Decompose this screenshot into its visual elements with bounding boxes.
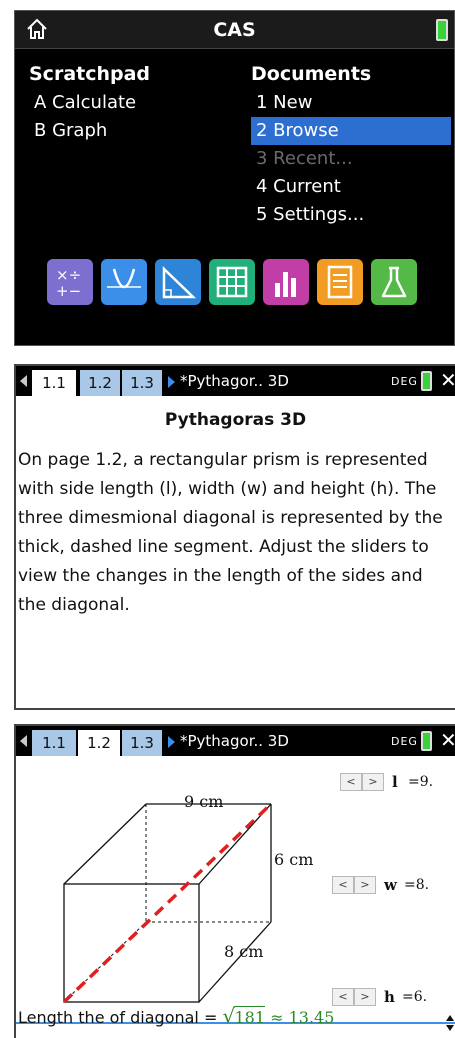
prism-edge-bottom-right — [198, 921, 272, 1003]
menu-item-current[interactable]: 4 Current — [251, 173, 451, 201]
length-dimension-label: 9 cm — [184, 792, 224, 811]
tab-scroll-left-icon[interactable] — [20, 375, 27, 387]
tab-1-2[interactable]: 1.2 — [78, 730, 120, 756]
vernier-dataquest-icon[interactable] — [371, 259, 417, 305]
slider-w[interactable]: < > w =8. — [332, 876, 455, 894]
menu-item-recent[interactable]: 3 Recent... — [251, 145, 451, 173]
tab-1-3[interactable]: 1.3 — [122, 730, 162, 756]
scroll-arrows-icon[interactable] — [445, 1012, 455, 1034]
menu-item-graph[interactable]: B Graph — [29, 117, 189, 145]
slider-w-value: =8. — [404, 877, 430, 893]
slider-h-increase-button[interactable]: > — [354, 988, 376, 1006]
battery-icon — [421, 371, 432, 391]
document-name: *Pythagor.. 3D — [180, 372, 289, 390]
scratchpad-heading: Scratchpad — [29, 63, 151, 85]
slider-w-variable: w — [384, 876, 397, 894]
home-title: CAS — [213, 19, 256, 41]
page-tab-bar: 1.1 1.2 1.3 *Pythagor.. 3D DEG ✕ — [16, 366, 455, 396]
slider-l-value: =9. — [408, 774, 434, 790]
angle-mode: DEG — [391, 375, 418, 388]
slider-l-variable: l — [392, 773, 398, 791]
slider-w-increase-button[interactable]: > — [354, 876, 376, 894]
tab-1-1[interactable]: 1.1 — [32, 370, 76, 396]
battery-icon — [421, 731, 432, 751]
sqrt-expression: √ 181 — [222, 1004, 265, 1028]
svg-text:+−: +− — [56, 282, 81, 300]
close-icon[interactable]: ✕ — [440, 368, 455, 392]
approx-result: ≈ 13.45 — [270, 1008, 335, 1027]
slider-h-decrease-button[interactable]: < — [332, 988, 354, 1006]
slider-h[interactable]: < > h =6. — [332, 988, 455, 1006]
calculation-label: Length the of diagonal = — [18, 1008, 218, 1027]
data-statistics-icon[interactable] — [263, 259, 309, 305]
document-name: *Pythagor.. 3D — [180, 732, 289, 750]
home-title-bar: CAS — [15, 11, 454, 49]
graphs-icon[interactable] — [101, 259, 147, 305]
notes-icon[interactable] — [317, 259, 363, 305]
slider-w-decrease-button[interactable]: < — [332, 876, 354, 894]
tab-1-3[interactable]: 1.3 — [122, 370, 162, 396]
slider-l-increase-button[interactable]: > — [362, 773, 384, 791]
menu-item-settings[interactable]: 5 Settings... — [251, 201, 451, 229]
notes-title: Pythagoras 3D — [164, 410, 307, 430]
space-diagonal — [62, 802, 273, 1004]
slider-l[interactable]: < > l =9. — [340, 773, 455, 791]
document-page-1-2: 1.1 1.2 1.3 *Pythagor.. 3D DEG ✕ 9 cm 6 — [14, 724, 455, 1038]
battery-icon — [436, 19, 448, 41]
geometry-icon[interactable] — [155, 259, 201, 305]
menu-item-new[interactable]: 1 New — [251, 89, 451, 117]
radical-icon: √ — [222, 1004, 236, 1028]
documents-heading: Documents — [251, 63, 372, 85]
tab-scroll-left-icon[interactable] — [20, 735, 27, 747]
tab-1-1[interactable]: 1.1 — [32, 730, 76, 756]
width-dimension-label: 8 cm — [224, 942, 264, 961]
home-screen: CAS Scratchpad A Calculate B Graph Docum… — [14, 10, 455, 346]
document-page-1-1: 1.1 1.2 1.3 *Pythagor.. 3D DEG ✕ Pythago… — [14, 364, 455, 710]
angle-mode: DEG — [391, 735, 418, 748]
document-arrow-icon — [168, 736, 175, 748]
notes-body[interactable]: On page 1.2, a rectangular prism is repr… — [18, 446, 450, 620]
menu-item-calculate[interactable]: A Calculate — [29, 89, 189, 117]
geometry-canvas[interactable]: 9 cm 6 cm 8 cm < > l =9. < > w =8. < > h… — [16, 756, 455, 1024]
page-tab-bar: 1.1 1.2 1.3 *Pythagor.. 3D DEG ✕ — [16, 726, 455, 756]
prism-edge-top-left — [63, 803, 147, 885]
calculator-icon[interactable]: ×÷ +− — [47, 259, 93, 305]
tab-1-2[interactable]: 1.2 — [80, 370, 120, 396]
slider-l-decrease-button[interactable]: < — [340, 773, 362, 791]
menu-item-browse[interactable]: 2 Browse — [251, 117, 451, 145]
radicand: 181 — [234, 1008, 265, 1027]
lists-spreadsheet-icon[interactable] — [209, 259, 255, 305]
document-arrow-icon — [168, 376, 175, 388]
slider-h-value: =6. — [402, 989, 428, 1005]
calculation-line[interactable]: Length the of diagonal = √ 181 ≈ 13.45 — [18, 1004, 438, 1038]
slider-h-variable: h — [384, 988, 395, 1006]
close-icon[interactable]: ✕ — [440, 728, 455, 752]
height-dimension-label: 6 cm — [274, 850, 314, 869]
